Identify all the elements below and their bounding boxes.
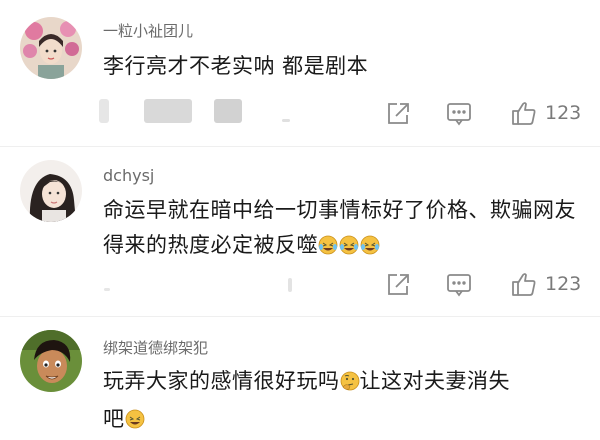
thinking-emoji [340, 367, 360, 402]
laughing-crying-emoji [125, 405, 145, 440]
comment-icon[interactable] [445, 100, 473, 128]
avatar[interactable] [20, 160, 82, 222]
meta-blurred [288, 278, 292, 292]
divider [0, 146, 600, 147]
comment-text: 命运早就在暗中给一切事情标好了价格、欺骗网友得来的热度必定被反噬 [103, 193, 593, 266]
laughing-crying-emoji [318, 231, 380, 266]
comment-text-body: 吧 [103, 407, 125, 431]
comment-actions: 123 [0, 268, 600, 302]
divider [0, 316, 600, 317]
source-blurred [144, 99, 192, 123]
meta-blurred [214, 99, 242, 123]
thumbs-up-icon[interactable] [510, 270, 538, 298]
share-icon[interactable] [384, 271, 412, 299]
share-icon[interactable] [384, 100, 412, 128]
meta-blurred [282, 119, 290, 122]
comment-text-body: 玩弄大家的感情很好玩吗 [103, 369, 340, 393]
timestamp-blurred [99, 99, 109, 123]
comment-actions: 123 [0, 97, 600, 131]
comment-icon[interactable] [445, 271, 473, 299]
avatar[interactable] [20, 17, 82, 79]
thumbs-up-icon[interactable] [510, 99, 538, 127]
comment-text: 李行亮才不老实呐 都是剧本 [103, 54, 369, 78]
username[interactable]: 绑架道德绑架犯 [103, 337, 208, 358]
username[interactable]: dchysj [103, 166, 154, 185]
like-count: 123 [545, 102, 582, 124]
comment-text: 玩弄大家的感情很好玩吗 让这对夫妻消失吧 [103, 364, 593, 440]
avatar[interactable] [20, 330, 82, 392]
like-count: 123 [545, 273, 582, 295]
username[interactable]: 一粒小祉团儿 [103, 20, 193, 41]
comment-text-body: 让这对夫妻消失 [359, 369, 510, 393]
meta-blurred [104, 288, 110, 291]
